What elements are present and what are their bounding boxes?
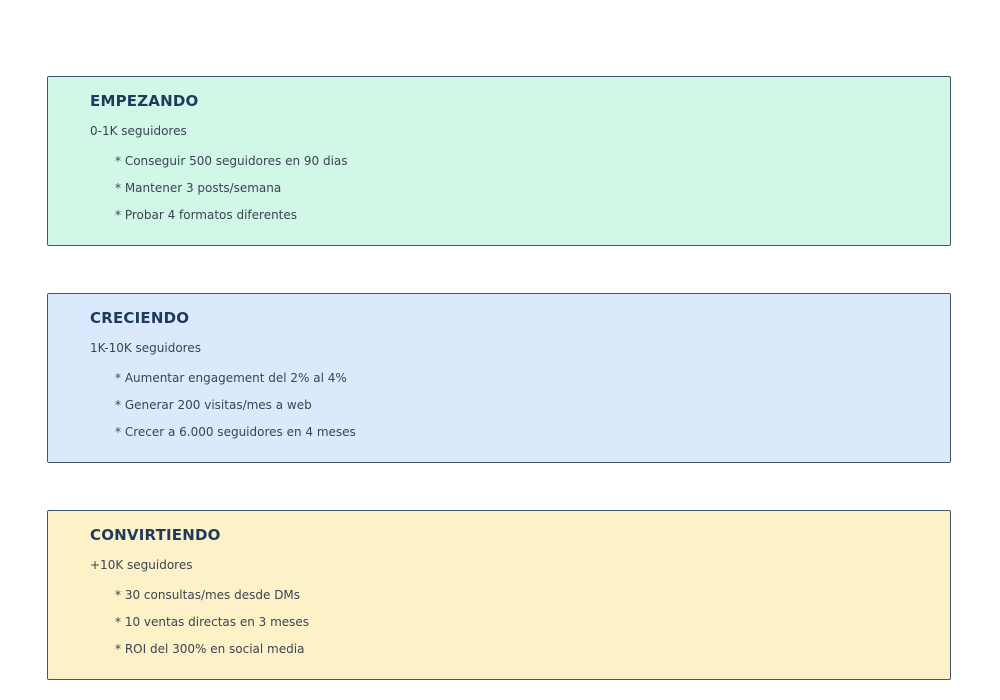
- stage-title: CONVIRTIENDO: [90, 526, 221, 544]
- stage-card-creciendo: CRECIENDO 1K-10K seguidores * Aumentar e…: [47, 293, 951, 463]
- stage-title: CRECIENDO: [90, 309, 190, 327]
- goal-item: * Crecer a 6.000 seguidores en 4 meses: [115, 425, 356, 439]
- goal-item: * Generar 200 visitas/mes a web: [115, 398, 312, 412]
- stage-card-empezando: EMPEZANDO 0-1K seguidores * Conseguir 50…: [47, 76, 951, 246]
- goal-item: * Mantener 3 posts/semana: [115, 181, 282, 195]
- goal-item: * ROI del 300% en social media: [115, 642, 305, 656]
- stage-card-convirtiendo: CONVIRTIENDO +10K seguidores * 30 consul…: [47, 510, 951, 680]
- goal-item: * 10 ventas directas en 3 meses: [115, 615, 310, 629]
- goal-list: * 30 consultas/mes desde DMs * 10 ventas…: [115, 587, 309, 668]
- goal-list: * Aumentar engagement del 2% al 4% * Gen…: [115, 370, 356, 451]
- stage-title: EMPEZANDO: [90, 92, 199, 110]
- stage-subtitle: 1K-10K seguidores: [90, 341, 201, 355]
- goal-item: * 30 consultas/mes desde DMs: [115, 588, 301, 602]
- stage-subtitle: 0-1K seguidores: [90, 124, 187, 138]
- goal-item: * Conseguir 500 seguidores en 90 dias: [115, 154, 348, 168]
- goal-list: * Conseguir 500 seguidores en 90 dias * …: [115, 153, 348, 234]
- goal-item: * Aumentar engagement del 2% al 4%: [115, 371, 347, 385]
- stage-subtitle: +10K seguidores: [90, 558, 193, 572]
- goal-item: * Probar 4 formatos diferentes: [115, 208, 298, 222]
